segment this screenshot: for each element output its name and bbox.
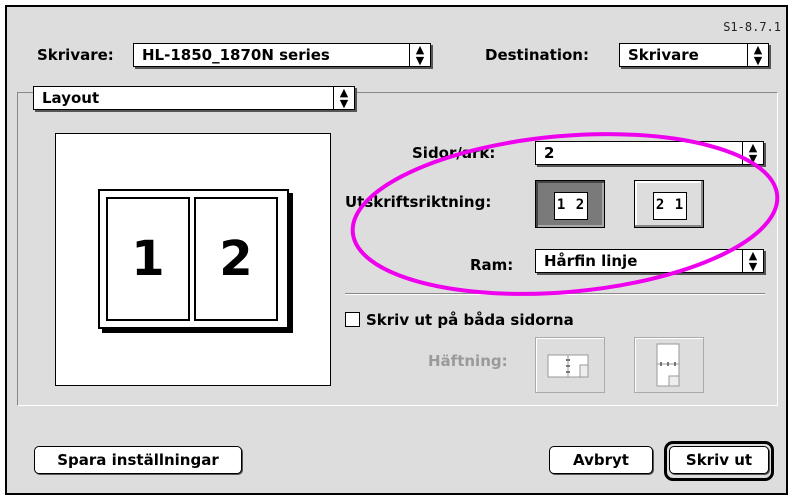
destination-label: Destination: (485, 46, 589, 64)
updown-arrow-icon: ▲ ▼ (333, 87, 354, 109)
pages-per-sheet-popup[interactable]: 2 ▲ ▼ (535, 141, 764, 165)
updown-arrow-icon: ▲ ▼ (742, 142, 763, 164)
preview-page-2: 2 (194, 197, 278, 321)
destination-popup[interactable]: Skrivare ▲ ▼ (619, 43, 769, 67)
print-button[interactable]: Skriv ut (669, 446, 769, 474)
stapling-long-edge-button[interactable] (535, 337, 605, 393)
save-settings-button[interactable]: Spara inställningar (34, 446, 242, 474)
printer-label: Skrivare: (37, 46, 114, 64)
orientation-left-to-right-button[interactable]: 1 2 (535, 180, 605, 228)
printer-value: HL-1850_1870N series (142, 46, 330, 64)
updown-arrow-icon: ▲ ▼ (409, 44, 430, 66)
updown-arrow-icon: ▲ ▼ (747, 44, 768, 66)
border-value: Hårfin linje (544, 252, 638, 270)
border-popup[interactable]: Hårfin linje ▲ ▼ (535, 249, 764, 273)
binding-long-edge-icon (547, 354, 589, 378)
updown-arrow-icon: ▲ ▼ (742, 250, 763, 272)
border-label: Ram: (470, 256, 514, 274)
pages-per-sheet-value: 2 (544, 144, 555, 162)
orientation-label: Utskriftsriktning: (345, 193, 492, 211)
binding-short-edge-icon (656, 343, 680, 387)
pages-per-sheet-label: Sidor/ark: (412, 144, 496, 162)
preview-sheet: 1 2 (98, 189, 289, 329)
destination-value: Skrivare (628, 46, 699, 64)
page-order-icon: 2 1 (653, 192, 687, 220)
separator (345, 293, 765, 295)
layout-preview: 1 2 (55, 133, 331, 386)
stapling-label: Häftning: (428, 352, 508, 370)
duplex-label[interactable]: Skriv ut på båda sidorna (366, 311, 574, 329)
preview-page-1: 1 (106, 197, 190, 321)
printer-popup[interactable]: HL-1850_1870N series ▲ ▼ (133, 43, 431, 67)
version-label: S1-8.7.1 (723, 20, 781, 34)
cancel-button[interactable]: Avbryt (549, 446, 653, 474)
stapling-short-edge-button[interactable] (634, 337, 704, 393)
orientation-right-to-left-button[interactable]: 2 1 (634, 180, 704, 228)
page-order-icon: 1 2 (554, 192, 588, 220)
panel-value: Layout (42, 89, 100, 107)
panel-popup[interactable]: Layout ▲ ▼ (33, 86, 355, 110)
duplex-checkbox[interactable] (345, 312, 360, 327)
